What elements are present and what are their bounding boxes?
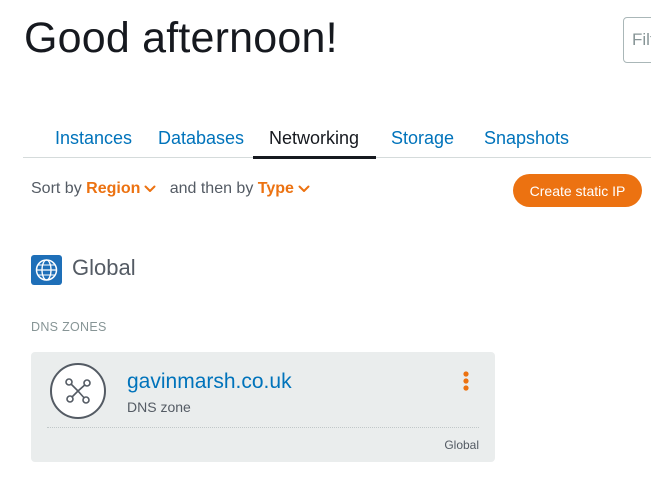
more-actions-icon[interactable] — [459, 370, 473, 394]
tab-snapshots[interactable]: Snapshots — [484, 128, 569, 149]
dns-zone-region: Global — [444, 438, 479, 452]
sort-connector-label: and then by — [169, 180, 254, 197]
card-divider — [47, 427, 479, 428]
chevron-down-icon — [144, 185, 156, 192]
tab-bar: Instances Databases Networking Storage S… — [23, 122, 651, 159]
sort-primary-label: Region — [86, 180, 141, 197]
dns-zone-icon — [50, 363, 106, 419]
page-title: Good afternoon! — [24, 14, 338, 62]
tab-databases[interactable]: Databases — [158, 128, 244, 149]
sort-prefix-label: Sort by — [31, 180, 82, 197]
tab-storage[interactable]: Storage — [391, 128, 454, 149]
sort-primary-dropdown[interactable]: Region — [86, 180, 161, 197]
sort-secondary-label: Type — [257, 180, 294, 197]
dns-zone-name-link[interactable]: gavinmarsh.co.uk — [127, 370, 292, 394]
sort-secondary-dropdown[interactable]: Type — [258, 180, 310, 197]
create-static-ip-button[interactable]: Create static IP — [513, 174, 642, 207]
active-tab-indicator — [253, 156, 376, 159]
dns-zone-type: DNS zone — [127, 399, 191, 415]
tab-instances[interactable]: Instances — [55, 128, 132, 149]
tab-networking[interactable]: Networking — [269, 128, 359, 149]
page: Good afternoon! Instances Databases Netw… — [0, 0, 651, 477]
globe-icon — [31, 255, 62, 285]
dns-zone-card: gavinmarsh.co.uk DNS zone Global — [31, 352, 495, 462]
region-label: Global — [72, 255, 136, 280]
section-label-dns-zones: DNS ZONES — [31, 320, 107, 334]
filter-input[interactable] — [623, 17, 651, 63]
chevron-down-icon — [298, 185, 310, 192]
sort-bar: Sort by Region and then by Type — [31, 180, 310, 198]
